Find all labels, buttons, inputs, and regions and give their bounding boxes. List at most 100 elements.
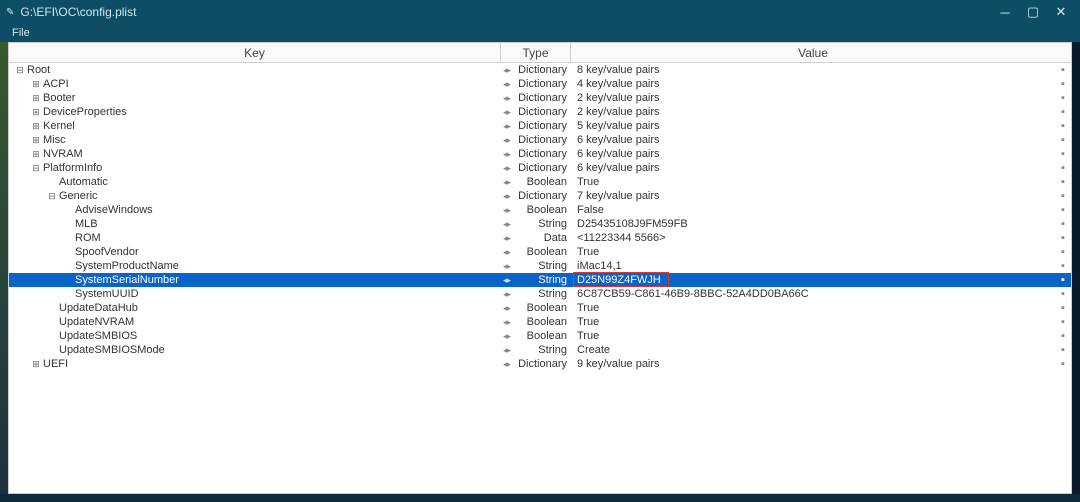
tree-row[interactable]: MLB◂▸StringD25435108J9FM59FB▪ bbox=[9, 217, 1071, 231]
key-cell[interactable]: UpdateSMBIOS bbox=[9, 329, 501, 343]
key-cell[interactable]: UpdateDataHub bbox=[9, 301, 501, 315]
value-cell[interactable]: 4 key/value pairs bbox=[571, 77, 1055, 91]
tree-row[interactable]: ⊟Root◂▸Dictionary8 key/value pairs▪ bbox=[9, 63, 1071, 77]
value-cell[interactable]: 8 key/value pairs bbox=[571, 63, 1055, 77]
row-menu-icon[interactable]: ▪ bbox=[1055, 329, 1071, 343]
expand-icon[interactable]: ⊞ bbox=[31, 135, 41, 145]
row-menu-icon[interactable]: ▪ bbox=[1055, 357, 1071, 371]
key-cell[interactable]: UpdateNVRAM bbox=[9, 315, 501, 329]
row-menu-icon[interactable]: ▪ bbox=[1055, 91, 1071, 105]
value-cell[interactable]: 5 key/value pairs bbox=[571, 119, 1055, 133]
row-menu-icon[interactable]: ▪ bbox=[1055, 301, 1071, 315]
key-cell[interactable]: SystemUUID bbox=[9, 287, 501, 301]
row-menu-icon[interactable]: ▪ bbox=[1055, 217, 1071, 231]
tree-row[interactable]: Automatic◂▸BooleanTrue▪ bbox=[9, 175, 1071, 189]
expand-icon[interactable]: ⊞ bbox=[31, 107, 41, 117]
key-cell[interactable]: ⊞ACPI bbox=[9, 77, 501, 91]
type-cell[interactable]: ◂▸Dictionary bbox=[501, 357, 571, 371]
row-menu-icon[interactable]: ▪ bbox=[1055, 343, 1071, 357]
tree-row[interactable]: UpdateSMBIOSMode◂▸StringCreate▪ bbox=[9, 343, 1071, 357]
key-cell[interactable]: SystemSerialNumber bbox=[9, 273, 501, 287]
menu-file[interactable]: File bbox=[6, 25, 36, 41]
row-menu-icon[interactable]: ▪ bbox=[1055, 203, 1071, 217]
key-cell[interactable]: SpoofVendor bbox=[9, 245, 501, 259]
value-cell[interactable]: True bbox=[571, 301, 1055, 315]
value-cell[interactable]: D25N99Z4FWJH bbox=[571, 273, 1055, 287]
value-cell[interactable]: 6 key/value pairs bbox=[571, 147, 1055, 161]
type-cell[interactable]: ◂▸Boolean bbox=[501, 245, 571, 259]
type-cell[interactable]: ◂▸Dictionary bbox=[501, 63, 571, 77]
expand-icon[interactable]: ⊞ bbox=[31, 359, 41, 369]
row-menu-icon[interactable]: ▪ bbox=[1055, 133, 1071, 147]
value-cell[interactable]: 2 key/value pairs bbox=[571, 105, 1055, 119]
value-cell[interactable]: True bbox=[571, 245, 1055, 259]
tree-row[interactable]: ⊞UEFI◂▸Dictionary9 key/value pairs▪ bbox=[9, 357, 1071, 371]
header-key[interactable]: Key bbox=[9, 43, 501, 62]
row-menu-icon[interactable]: ▪ bbox=[1055, 119, 1071, 133]
tree-row[interactable]: SystemUUID◂▸String6C87CB59-C861-46B9-8BB… bbox=[9, 287, 1071, 301]
row-menu-icon[interactable]: ▪ bbox=[1055, 147, 1071, 161]
type-cell[interactable]: ◂▸Boolean bbox=[501, 329, 571, 343]
header-type[interactable]: Type bbox=[501, 43, 571, 62]
value-cell[interactable]: iMac14,1 bbox=[571, 259, 1055, 273]
key-cell[interactable]: ⊞Kernel bbox=[9, 119, 501, 133]
tree-row[interactable]: UpdateNVRAM◂▸BooleanTrue▪ bbox=[9, 315, 1071, 329]
value-cell[interactable]: True bbox=[571, 329, 1055, 343]
key-cell[interactable]: ⊟Generic bbox=[9, 189, 501, 203]
value-cell[interactable]: 2 key/value pairs bbox=[571, 91, 1055, 105]
type-cell[interactable]: ◂▸Dictionary bbox=[501, 161, 571, 175]
value-cell[interactable]: 6C87CB59-C861-46B9-8BBC-52A4DD0BA66C bbox=[571, 287, 1055, 301]
expand-icon[interactable]: ⊞ bbox=[31, 149, 41, 159]
tree-row[interactable]: AdviseWindows◂▸BooleanFalse▪ bbox=[9, 203, 1071, 217]
key-cell[interactable]: ⊞Booter bbox=[9, 91, 501, 105]
minimize-button[interactable]: ─ bbox=[992, 3, 1018, 21]
expand-icon[interactable]: ⊞ bbox=[31, 93, 41, 103]
key-cell[interactable]: ⊞NVRAM bbox=[9, 147, 501, 161]
type-cell[interactable]: ◂▸Boolean bbox=[501, 301, 571, 315]
row-menu-icon[interactable]: ▪ bbox=[1055, 259, 1071, 273]
collapse-icon[interactable]: ⊟ bbox=[31, 163, 41, 173]
row-menu-icon[interactable]: ▪ bbox=[1055, 105, 1071, 119]
value-cell[interactable]: 9 key/value pairs bbox=[571, 357, 1055, 371]
tree-row[interactable]: SystemSerialNumber◂▸StringD25N99Z4FWJH▪ bbox=[9, 273, 1071, 287]
value-cell[interactable]: True bbox=[571, 315, 1055, 329]
tree-row[interactable]: ⊞Misc◂▸Dictionary6 key/value pairs▪ bbox=[9, 133, 1071, 147]
type-cell[interactable]: ◂▸Dictionary bbox=[501, 133, 571, 147]
key-cell[interactable]: ROM bbox=[9, 231, 501, 245]
key-cell[interactable]: ⊞DeviceProperties bbox=[9, 105, 501, 119]
tree-row[interactable]: UpdateDataHub◂▸BooleanTrue▪ bbox=[9, 301, 1071, 315]
key-cell[interactable]: MLB bbox=[9, 217, 501, 231]
type-cell[interactable]: ◂▸Dictionary bbox=[501, 147, 571, 161]
key-cell[interactable]: ⊞UEFI bbox=[9, 357, 501, 371]
header-value[interactable]: Value bbox=[571, 43, 1055, 62]
row-menu-icon[interactable]: ▪ bbox=[1055, 175, 1071, 189]
tree-row[interactable]: ⊞ACPI◂▸Dictionary4 key/value pairs▪ bbox=[9, 77, 1071, 91]
tree-row[interactable]: ⊟PlatformInfo◂▸Dictionary6 key/value pai… bbox=[9, 161, 1071, 175]
row-menu-icon[interactable]: ▪ bbox=[1055, 245, 1071, 259]
value-cell[interactable]: <11223344 5566> bbox=[571, 231, 1055, 245]
value-cell[interactable]: False bbox=[571, 203, 1055, 217]
type-cell[interactable]: ◂▸Dictionary bbox=[501, 119, 571, 133]
collapse-icon[interactable]: ⊟ bbox=[15, 65, 25, 75]
expand-icon[interactable]: ⊞ bbox=[31, 79, 41, 89]
type-cell[interactable]: ◂▸String bbox=[501, 273, 571, 287]
type-cell[interactable]: ◂▸String bbox=[501, 343, 571, 357]
type-cell[interactable]: ◂▸Boolean bbox=[501, 203, 571, 217]
tree-row[interactable]: ⊞NVRAM◂▸Dictionary6 key/value pairs▪ bbox=[9, 147, 1071, 161]
key-cell[interactable]: ⊞Misc bbox=[9, 133, 501, 147]
expand-icon[interactable]: ⊞ bbox=[31, 121, 41, 131]
type-cell[interactable]: ◂▸Dictionary bbox=[501, 77, 571, 91]
collapse-icon[interactable]: ⊟ bbox=[47, 191, 57, 201]
type-cell[interactable]: ◂▸Dictionary bbox=[501, 91, 571, 105]
tree-row[interactable]: ⊞Booter◂▸Dictionary2 key/value pairs▪ bbox=[9, 91, 1071, 105]
row-menu-icon[interactable]: ▪ bbox=[1055, 315, 1071, 329]
value-cell[interactable]: True bbox=[571, 175, 1055, 189]
type-cell[interactable]: ◂▸Boolean bbox=[501, 175, 571, 189]
value-cell[interactable]: 6 key/value pairs bbox=[571, 161, 1055, 175]
close-button[interactable]: ✕ bbox=[1048, 3, 1074, 21]
key-cell[interactable]: Automatic bbox=[9, 175, 501, 189]
tree-row[interactable]: ROM◂▸Data<11223344 5566>▪ bbox=[9, 231, 1071, 245]
tree-row[interactable]: ⊟Generic◂▸Dictionary7 key/value pairs▪ bbox=[9, 189, 1071, 203]
maximize-button[interactable]: ▢ bbox=[1020, 3, 1046, 21]
tree-row[interactable]: ⊞DeviceProperties◂▸Dictionary2 key/value… bbox=[9, 105, 1071, 119]
